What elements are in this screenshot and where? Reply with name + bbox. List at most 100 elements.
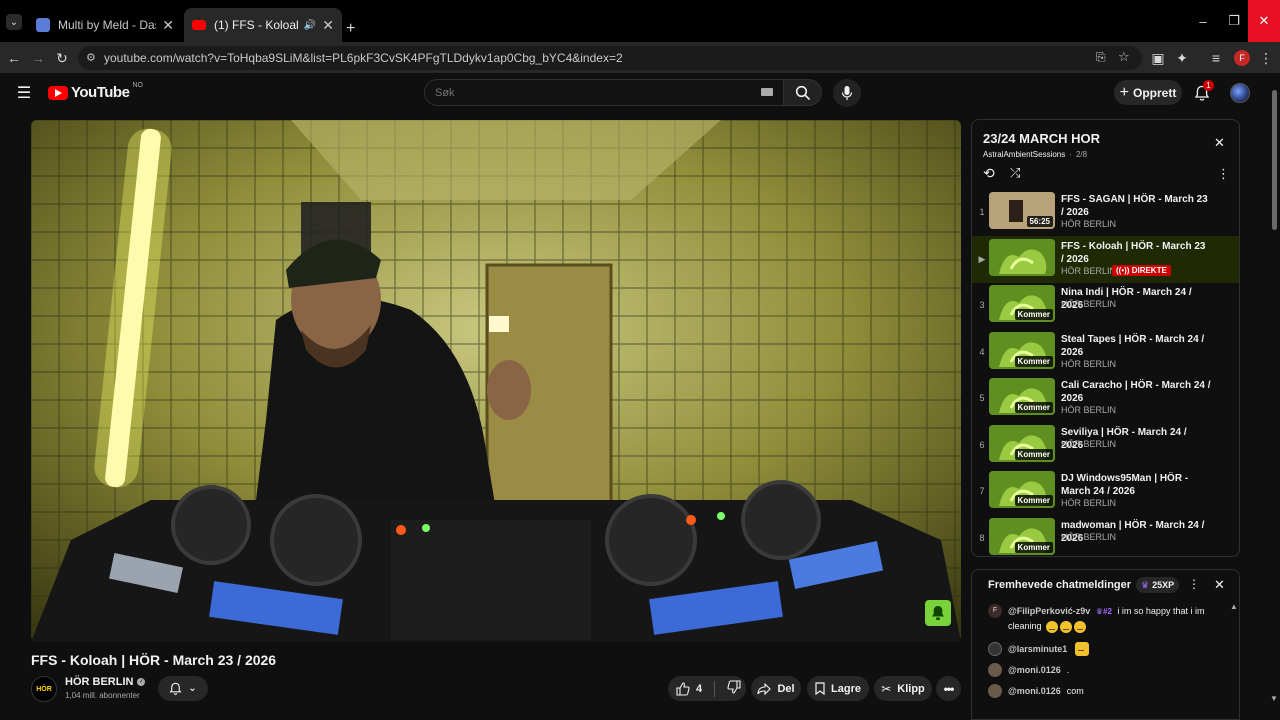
reload-icon[interactable]: ↻ (52, 48, 72, 68)
channel-watermark-icon[interactable] (925, 600, 951, 626)
site-info-icon[interactable]: ⚙ (86, 51, 96, 64)
video-player[interactable] (31, 120, 961, 642)
search-input[interactable] (435, 84, 755, 102)
dislike-button[interactable] (727, 680, 741, 697)
new-tab-icon[interactable]: + (346, 20, 355, 38)
channel-name[interactable]: HÖR BERLIN (65, 676, 133, 688)
install-app-icon[interactable]: ⎘ (1096, 50, 1106, 65)
save-button[interactable]: Lagre (807, 676, 869, 701)
playlist-menu-icon[interactable]: ⋮ (1217, 166, 1230, 182)
playlist-thumbnail[interactable]: Kommer (989, 331, 1055, 369)
media-control-icon[interactable]: ≡ (1206, 48, 1226, 68)
loop-icon[interactable]: ⟲ (983, 165, 995, 182)
playlist-item-channel[interactable]: HÖR BERLIN (1061, 266, 1116, 276)
playlist-item[interactable]: 6 Kommer Seviliya | HÖR - March 24 / 2026 H… (972, 422, 1239, 469)
playlist-item-title[interactable]: FFS - SAGAN | HÖR - March 23 / 2026 (1061, 193, 1211, 219)
close-window-icon[interactable]: ✕ (1248, 0, 1280, 42)
chat-mode-dropdown[interactable]: Fremhevede chatmeldinger ⌄ (988, 579, 1142, 591)
playlist-item-channel[interactable]: HÖR BERLIN (1061, 405, 1116, 415)
shuffle-icon[interactable]: ⤮ (1010, 165, 1020, 181)
playlist-item-channel[interactable]: HÖR BERLIN (1061, 498, 1116, 508)
address-bar[interactable]: ⚙ youtube.com/watch?v=ToHqba9SLiM&list=P… (78, 46, 1142, 70)
close-chat-icon[interactable]: ✕ (1214, 577, 1225, 593)
playlist-item[interactable]: 4 Kommer Steal Tapes | HÖR - March 24 / 20… (972, 329, 1239, 376)
tab-youtube-video[interactable]: (1) FFS - Koloah | HÖR - Ma 🔊 ✕ (184, 8, 342, 42)
playlist-thumbnail[interactable] (989, 238, 1055, 276)
speaker-icon[interactable]: 🔊 (304, 20, 316, 31)
tab-multi-dashboard[interactable]: Multi by Meld - Dashboard ✕ (28, 8, 182, 42)
playlist-item-title[interactable]: FFS - Koloah | HÖR - March 23 / 2026 (1061, 240, 1211, 266)
playlist-item[interactable]: 1 56:25 FFS - SAGAN | HÖR - March 23 / 202… (972, 189, 1239, 236)
search-box[interactable] (424, 79, 784, 106)
crown-icon: ♛ (1141, 579, 1150, 590)
search-button[interactable] (784, 79, 822, 106)
youtube-logo[interactable]: YouTube NO (48, 82, 143, 101)
playlist-item[interactable]: 7 Kommer DJ Windows95Man | HÖR - March 24 … (972, 468, 1239, 515)
hamburger-menu-icon[interactable]: ☰ (14, 83, 34, 103)
playlist-item-title[interactable]: Cali Caracho | HÖR - March 24 / 2026 (1061, 379, 1211, 405)
back-icon[interactable]: ← (4, 48, 24, 68)
tab-close-icon[interactable]: ✕ (322, 17, 334, 34)
like-button[interactable]: 4 (676, 681, 702, 696)
chevron-down-icon: ⌄ (188, 683, 197, 694)
share-button[interactable]: Del (751, 676, 801, 701)
profile-avatar[interactable]: F (1234, 50, 1250, 66)
tab-search-button[interactable]: ⌄ (6, 14, 22, 30)
playlist-item-channel[interactable]: HÖR BERLIN (1061, 359, 1116, 369)
chat-avatar[interactable] (988, 642, 1002, 656)
chat-author[interactable]: @larsminute1 (1008, 642, 1067, 656)
playlist-thumbnail[interactable]: Kommer (989, 378, 1055, 415)
voice-search-button[interactable] (833, 79, 861, 107)
browser-menu-icon[interactable]: ⋮ (1256, 48, 1276, 68)
live-badge: ((•)) DIREKTE (1112, 264, 1171, 276)
playlist-item-title[interactable]: Steal Tapes | HÖR - March 24 / 2026 (1061, 333, 1211, 359)
playlist-thumbnail[interactable]: Kommer (989, 285, 1055, 322)
create-button[interactable]: + Opprett (1114, 80, 1182, 105)
playlist-item-channel[interactable]: HÖR BERLIN (1061, 219, 1116, 229)
playlist-item-channel[interactable]: HÖR BERLIN (1061, 299, 1116, 309)
xp-badge[interactable]: ♛ 25XP (1136, 577, 1180, 593)
chat-message: F @FilipPerković-z9v ♛#2 i im so happy t… (988, 604, 1218, 634)
playlist-item-channel[interactable]: HÖR BERLIN (1061, 532, 1116, 542)
playlist-thumbnail[interactable]: Kommer (989, 517, 1055, 555)
extension-icon[interactable]: ▣ (1148, 48, 1168, 68)
chat-author[interactable]: @FilipPerković-z9v (1008, 606, 1090, 616)
page-scrollbar[interactable] (1270, 80, 1278, 720)
forward-icon[interactable]: → (28, 48, 48, 68)
tab-close-icon[interactable]: ✕ (162, 17, 174, 34)
chat-message: @moni.0126 com (988, 684, 1084, 698)
playlist-item[interactable]: 3 Kommer Nina Indi | HÖR - March 24 / 2026… (972, 282, 1239, 329)
chat-menu-icon[interactable]: ⋮ (1188, 577, 1200, 591)
playlist-item[interactable]: ▶ FFS - Koloah | HÖR - March 23 / 2026 HÖR… (972, 235, 1239, 283)
puzzle-extensions-icon[interactable]: ✦ (1172, 48, 1192, 68)
playlist-thumbnail[interactable]: Kommer (989, 471, 1055, 508)
chat-avatar[interactable] (988, 684, 1002, 698)
notifications-button[interactable]: 1 (1192, 80, 1214, 103)
playlist-item-channel[interactable]: HÖR BERLIN (1061, 439, 1116, 449)
keyboard-icon[interactable] (761, 88, 773, 96)
playlist-thumbnail[interactable]: Kommer (989, 424, 1055, 462)
scrollbar-thumb[interactable] (1272, 90, 1277, 230)
more-actions-button[interactable]: ••• (936, 676, 961, 701)
chat-avatar[interactable] (988, 663, 1002, 677)
page-scroll-down-icon[interactable]: ▼ (1270, 694, 1278, 703)
bookmark-star-icon[interactable]: ☆ (1118, 49, 1130, 65)
playlist-item[interactable]: 8 Kommer madwoman | HÖR - March 24 / 2026 H… (972, 515, 1239, 557)
playlist-owner[interactable]: AstralAmbientSessions (983, 150, 1065, 159)
chat-avatar[interactable]: F (988, 604, 1002, 618)
channel-name-row[interactable]: HÖR BERLIN ✓ (65, 676, 146, 688)
more-horizontal-icon: ••• (943, 681, 955, 696)
channel-avatar[interactable]: HÖR (31, 676, 57, 702)
playlist-index: 3 (979, 300, 985, 310)
playlist-item-title[interactable]: DJ Windows95Man | HÖR - March 24 / 2026 (1061, 472, 1211, 498)
playlist-title[interactable]: 23/24 MARCH HOR (983, 131, 1100, 146)
clip-button[interactable]: ✂ Klipp (874, 676, 932, 701)
chat-scroll-up-icon[interactable]: ▲ (1230, 602, 1238, 611)
playlist-item[interactable]: 5 Kommer Cali Caracho | HÖR - March 24 / 2… (972, 375, 1239, 422)
chat-author[interactable]: @moni.0126 (1008, 684, 1061, 698)
close-playlist-icon[interactable]: ✕ (1214, 135, 1225, 151)
subscription-bell-button[interactable]: ⌄ (158, 676, 208, 701)
chat-author[interactable]: @moni.0126 (1008, 663, 1061, 677)
playlist-thumbnail[interactable]: 56:25 (989, 192, 1055, 229)
account-avatar[interactable] (1230, 83, 1250, 103)
